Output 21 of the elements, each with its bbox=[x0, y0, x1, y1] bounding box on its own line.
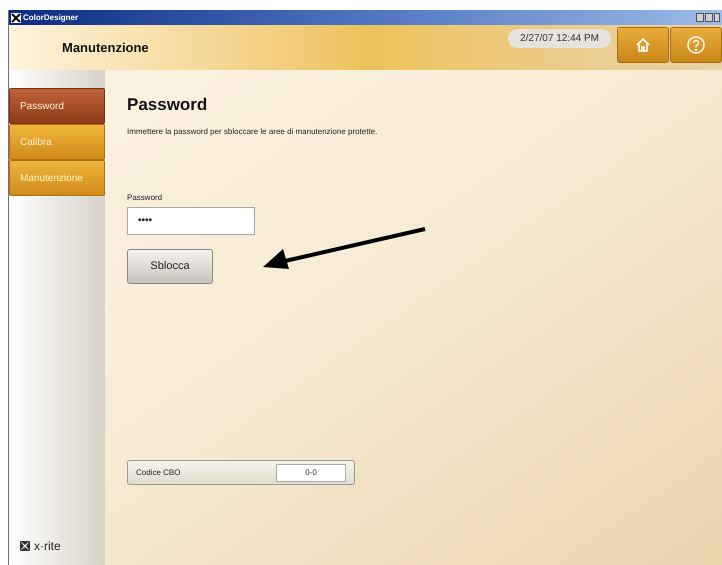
home-button[interactable] bbox=[617, 26, 669, 62]
logo-icon bbox=[19, 540, 31, 552]
password-field[interactable]: •••• bbox=[127, 206, 255, 234]
brand-logo-text: x·rite bbox=[34, 538, 61, 555]
window-title: ColorDesigner bbox=[23, 14, 78, 22]
help-button[interactable] bbox=[670, 26, 722, 62]
help-icon bbox=[687, 36, 705, 54]
home-icon bbox=[635, 36, 651, 52]
date-time: 2/27/07 12:44 PM bbox=[508, 29, 611, 48]
code-value: 0-0 bbox=[276, 464, 346, 482]
minimize-button[interactable] bbox=[696, 13, 704, 22]
unlock-button[interactable]: Sblocca bbox=[127, 248, 213, 284]
close-button[interactable] bbox=[714, 13, 720, 22]
section-heading: Password bbox=[127, 94, 208, 116]
description-text: Immettere la password per sbloccare le aree di manutenzione protette. bbox=[127, 126, 378, 138]
maximize-button[interactable] bbox=[705, 13, 713, 22]
field-label: Password bbox=[127, 192, 164, 204]
page-title: Manutenzione bbox=[62, 38, 149, 57]
code-label: Codice CBO bbox=[136, 466, 180, 478]
app-logo-icon bbox=[11, 12, 21, 22]
sidebar-tab[interactable]: Password bbox=[9, 88, 105, 124]
